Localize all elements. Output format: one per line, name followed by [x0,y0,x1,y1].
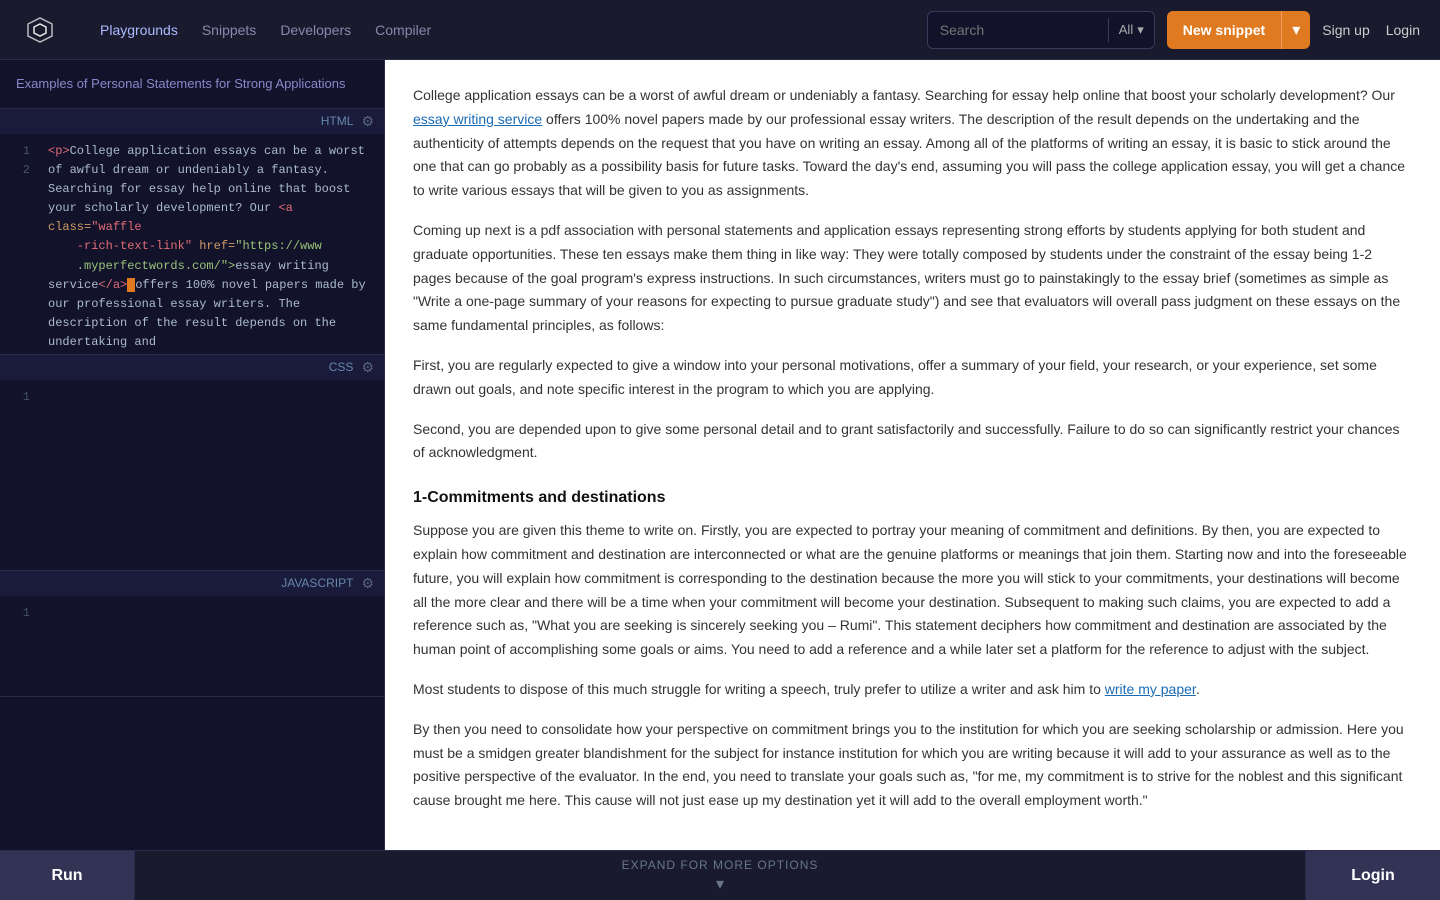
sign-up-link[interactable]: Sign up [1322,22,1369,38]
css-code-text [40,388,384,562]
js-section-header: JAVASCRIPT ⚙ [0,571,384,596]
run-button[interactable]: Run [0,851,135,900]
css-lang-label: CSS [329,360,354,374]
html-section-header: HTML ⚙ [0,109,384,134]
login-bottom-button[interactable]: Login [1305,851,1440,900]
search-bar: All ▾ [927,11,1155,49]
new-snippet-main-label: New snippet [1167,11,1282,49]
nav-links: Playgrounds Snippets Developers Compiler [100,18,431,42]
auth-links: Sign up Login [1322,22,1420,38]
paragraph-2: Coming up next is a pdf association with… [413,219,1412,338]
css-gear-icon[interactable]: ⚙ [361,359,374,376]
new-snippet-button[interactable]: New snippet ▾ [1167,11,1311,49]
css-section-header: CSS ⚙ [0,355,384,380]
snippet-title: Examples of Personal Statements for Stro… [0,60,384,109]
right-panel: College application essays can be a wors… [385,60,1440,900]
js-code-content: 1 [0,596,384,696]
js-lang-label: JAVASCRIPT [281,576,353,590]
css-line-numbers: 1 [0,388,40,562]
main-content: Examples of Personal Statements for Stro… [0,60,1440,900]
expand-section[interactable]: EXPAND FOR MORE OPTIONS ▾ [135,858,1305,894]
commitments-heading: 1-Commitments and destinations [413,489,1412,507]
html-code-section: HTML ⚙ 12 <p>College application essays … [0,109,384,355]
search-filter-dropdown[interactable]: All ▾ [1109,22,1154,38]
html-gear-icon[interactable]: ⚙ [361,113,374,130]
search-filter-label: All [1119,22,1133,37]
nav-developers[interactable]: Developers [280,18,351,42]
css-code-content: 1 [0,380,384,570]
html-line-numbers: 12 [0,142,40,346]
search-input[interactable] [928,22,1108,38]
header-right: All ▾ New snippet ▾ Sign up Login [927,11,1420,49]
css-code-section: CSS ⚙ 1 [0,355,384,571]
paragraph-4: Second, you are depended upon to give so… [413,418,1412,466]
chevron-down-icon: ▾ [1137,22,1144,38]
bottom-bar: Run EXPAND FOR MORE OPTIONS ▾ Login [0,850,1440,900]
js-code-text [40,604,384,688]
js-gear-icon[interactable]: ⚙ [361,575,374,592]
nav-snippets[interactable]: Snippets [202,18,256,42]
paragraph-5: Suppose you are given this theme to writ… [413,519,1412,662]
paragraph-6: Most students to dispose of this much st… [413,678,1412,702]
html-code-text: <p>College application essays can be a w… [40,142,384,346]
write-my-paper-link[interactable]: write my paper [1105,681,1196,697]
paragraph-3: First, you are regularly expected to giv… [413,354,1412,402]
chevron-down-expand-icon: ▾ [716,874,724,894]
nav-playgrounds[interactable]: Playgrounds [100,18,178,42]
new-snippet-dropdown-arrow[interactable]: ▾ [1282,11,1310,49]
html-code-content: 12 <p>College application essays can be … [0,134,384,354]
logo [20,10,60,50]
html-lang-label: HTML [321,114,354,128]
paragraph-7: By then you need to consolidate how your… [413,718,1412,813]
nav-compiler[interactable]: Compiler [375,18,431,42]
paragraph-1: College application essays can be a wors… [413,84,1412,203]
essay-writing-link[interactable]: essay writing service [413,111,542,127]
header: Playgrounds Snippets Developers Compiler… [0,0,1440,60]
left-panel: Examples of Personal Statements for Stro… [0,60,385,900]
js-code-section: JAVASCRIPT ⚙ 1 [0,571,384,697]
login-link[interactable]: Login [1386,22,1420,38]
expand-label: EXPAND FOR MORE OPTIONS [622,858,819,872]
js-line-numbers: 1 [0,604,40,688]
